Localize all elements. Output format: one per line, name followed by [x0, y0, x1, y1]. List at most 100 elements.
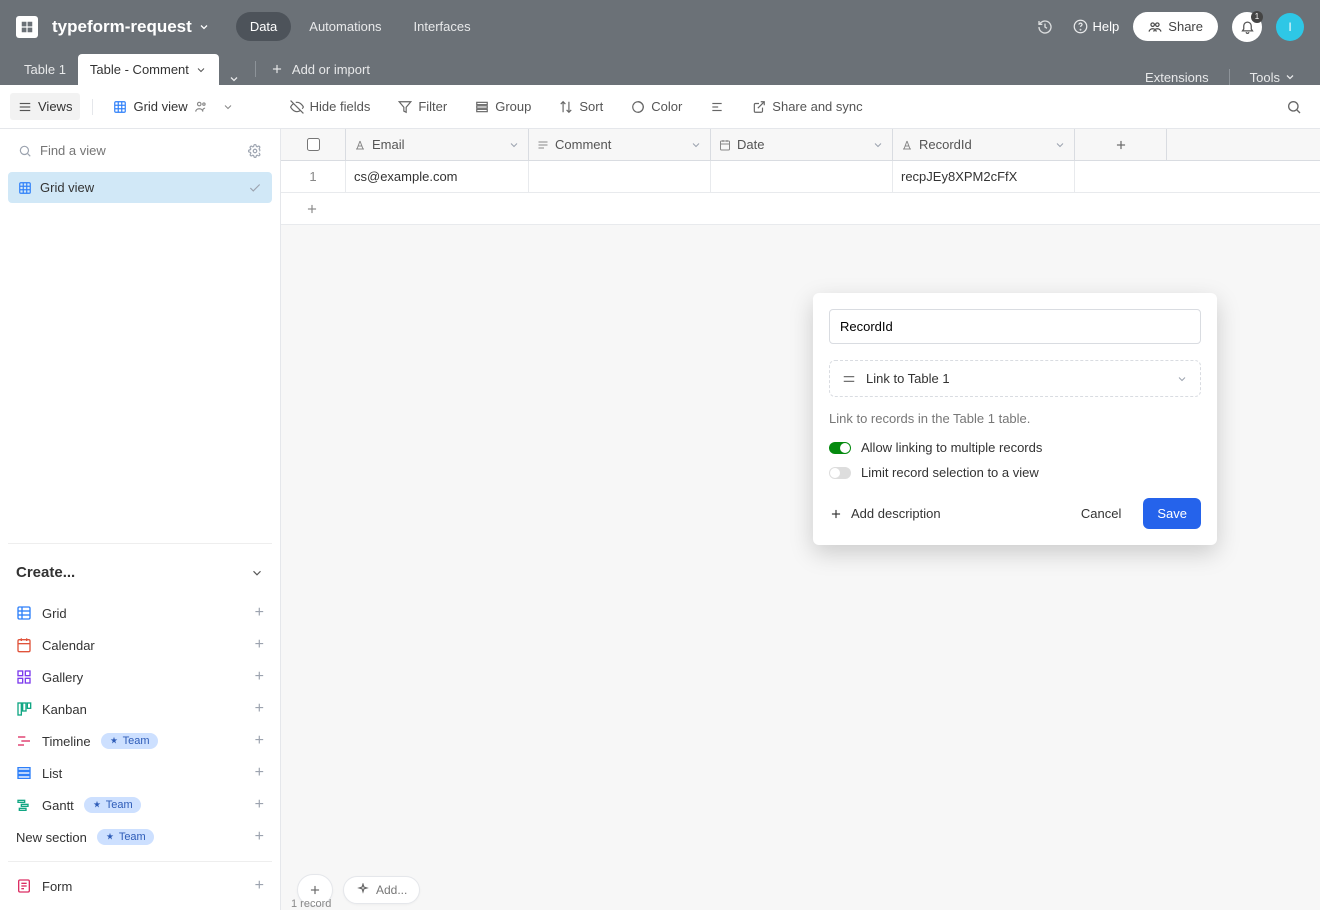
user-avatar[interactable]: I [1276, 13, 1304, 41]
add-row-button[interactable] [281, 193, 1320, 225]
chevron-down-icon[interactable] [1054, 139, 1066, 151]
share-sync-button[interactable]: Share and sync [744, 93, 870, 120]
limit-view-toggle[interactable] [829, 467, 851, 479]
data-grid: Email Comment Date RecordId [281, 129, 1320, 910]
create-form[interactable]: Form + [8, 870, 272, 902]
share-icon [752, 100, 766, 114]
add-description-label: Add description [851, 506, 941, 521]
views-sidebar: Grid view Create... Grid + Calendar + [0, 129, 281, 910]
field-type-select[interactable]: Link to Table 1 [829, 360, 1201, 397]
column-email-label: Email [372, 137, 405, 152]
field-config-popup: Link to Table 1 Link to records in the T… [813, 293, 1217, 545]
cell-recordid[interactable]: recpJEy8XPM2cFfX [893, 161, 1075, 192]
add-or-import-button[interactable]: Add or import [262, 62, 378, 77]
tab-table-comment[interactable]: Table - Comment [78, 54, 219, 85]
create-gallery[interactable]: Gallery + [8, 661, 272, 693]
plus-icon [829, 507, 843, 521]
view-search[interactable] [8, 137, 272, 164]
tabs-dropdown[interactable] [219, 73, 249, 85]
sort-label: Sort [579, 99, 603, 114]
plus-icon: + [255, 636, 264, 654]
column-date[interactable]: Date [711, 129, 893, 160]
filter-icon [398, 100, 412, 114]
table-row[interactable]: 1 cs@example.com recpJEy8XPM2cFfX [281, 161, 1320, 193]
chevron-down-icon [1176, 373, 1188, 385]
tab-table-1[interactable]: Table 1 [12, 54, 78, 85]
create-list[interactable]: List + [8, 757, 272, 789]
tools-button[interactable]: Tools [1250, 70, 1296, 85]
nav-interfaces[interactable]: Interfaces [400, 12, 485, 41]
settings-icon[interactable] [248, 144, 262, 158]
table-tabbar: Table 1 Table - Comment Add or import Ex… [0, 53, 1320, 85]
create-header[interactable]: Create... [8, 554, 272, 591]
chevron-down-icon[interactable] [872, 139, 884, 151]
kanban-icon [16, 701, 32, 717]
allow-multi-label: Allow linking to multiple records [861, 440, 1042, 455]
filter-button[interactable]: Filter [390, 93, 455, 120]
plus-icon [1114, 138, 1128, 152]
field-name-input[interactable] [829, 309, 1201, 344]
text-icon [901, 139, 913, 151]
nav-automations[interactable]: Automations [295, 12, 395, 41]
create-gantt[interactable]: Gantt Team + [8, 789, 272, 821]
column-recordid[interactable]: RecordId [893, 129, 1075, 160]
help-button[interactable]: Help [1073, 19, 1120, 34]
create-calendar-label: Calendar [42, 638, 95, 653]
sort-button[interactable]: Sort [551, 93, 611, 120]
people-icon [1148, 20, 1162, 34]
create-list-label: List [42, 766, 62, 781]
cell-email[interactable]: cs@example.com [346, 161, 529, 192]
plus-icon: + [255, 828, 264, 846]
create-grid[interactable]: Grid + [8, 597, 272, 629]
create-kanban[interactable]: Kanban + [8, 693, 272, 725]
views-button[interactable]: Views [10, 93, 80, 120]
create-calendar[interactable]: Calendar + [8, 629, 272, 661]
base-name[interactable]: typeform-request [52, 17, 210, 37]
notifications-button[interactable]: 1 [1232, 12, 1262, 42]
nav-data[interactable]: Data [236, 12, 291, 41]
row-height-button[interactable] [702, 94, 732, 120]
chevron-down-icon[interactable] [690, 139, 702, 151]
hide-fields-button[interactable]: Hide fields [282, 93, 379, 120]
create-form-label: Form [42, 879, 72, 894]
select-all-cell[interactable] [281, 129, 346, 160]
footer-add-dropdown[interactable]: Add... [343, 876, 420, 904]
allow-multi-toggle[interactable] [829, 442, 851, 454]
create-label: Create... [16, 564, 75, 581]
column-email[interactable]: Email [346, 129, 529, 160]
footer-add-label: Add... [376, 883, 407, 897]
column-comment[interactable]: Comment [529, 129, 711, 160]
search-button[interactable] [1278, 93, 1310, 121]
current-view-button[interactable]: Grid view [105, 93, 241, 120]
cancel-button[interactable]: Cancel [1067, 498, 1135, 529]
share-button[interactable]: Share [1133, 12, 1218, 41]
help-icon [1073, 19, 1088, 34]
group-button[interactable]: Group [467, 93, 539, 120]
create-kanban-label: Kanban [42, 702, 87, 717]
chevron-down-icon[interactable] [508, 139, 520, 151]
color-label: Color [651, 99, 682, 114]
create-timeline[interactable]: Timeline Team + [8, 725, 272, 757]
save-button[interactable]: Save [1143, 498, 1201, 529]
text-icon [354, 139, 366, 151]
plus-icon: + [255, 700, 264, 718]
app-logo[interactable] [16, 16, 38, 38]
sidebar-view-item[interactable]: Grid view [8, 172, 272, 203]
form-icon [16, 878, 32, 894]
team-badge: Team [101, 733, 158, 749]
plus-icon: + [255, 732, 264, 750]
view-search-input[interactable] [40, 143, 240, 158]
create-new-section[interactable]: New section Team + [8, 821, 272, 853]
create-grid-label: Grid [42, 606, 67, 621]
add-description-button[interactable]: Add description [829, 506, 941, 521]
select-all-checkbox[interactable] [307, 138, 320, 151]
cell-comment[interactable] [529, 161, 711, 192]
color-button[interactable]: Color [623, 93, 690, 120]
plus-icon: + [255, 877, 264, 895]
extensions-button[interactable]: Extensions [1145, 70, 1209, 85]
add-column-button[interactable] [1075, 129, 1167, 160]
app-header: typeform-request Data Automations Interf… [0, 0, 1320, 53]
cell-date[interactable] [711, 161, 893, 192]
long-text-icon [537, 139, 549, 151]
history-icon[interactable] [1031, 13, 1059, 41]
